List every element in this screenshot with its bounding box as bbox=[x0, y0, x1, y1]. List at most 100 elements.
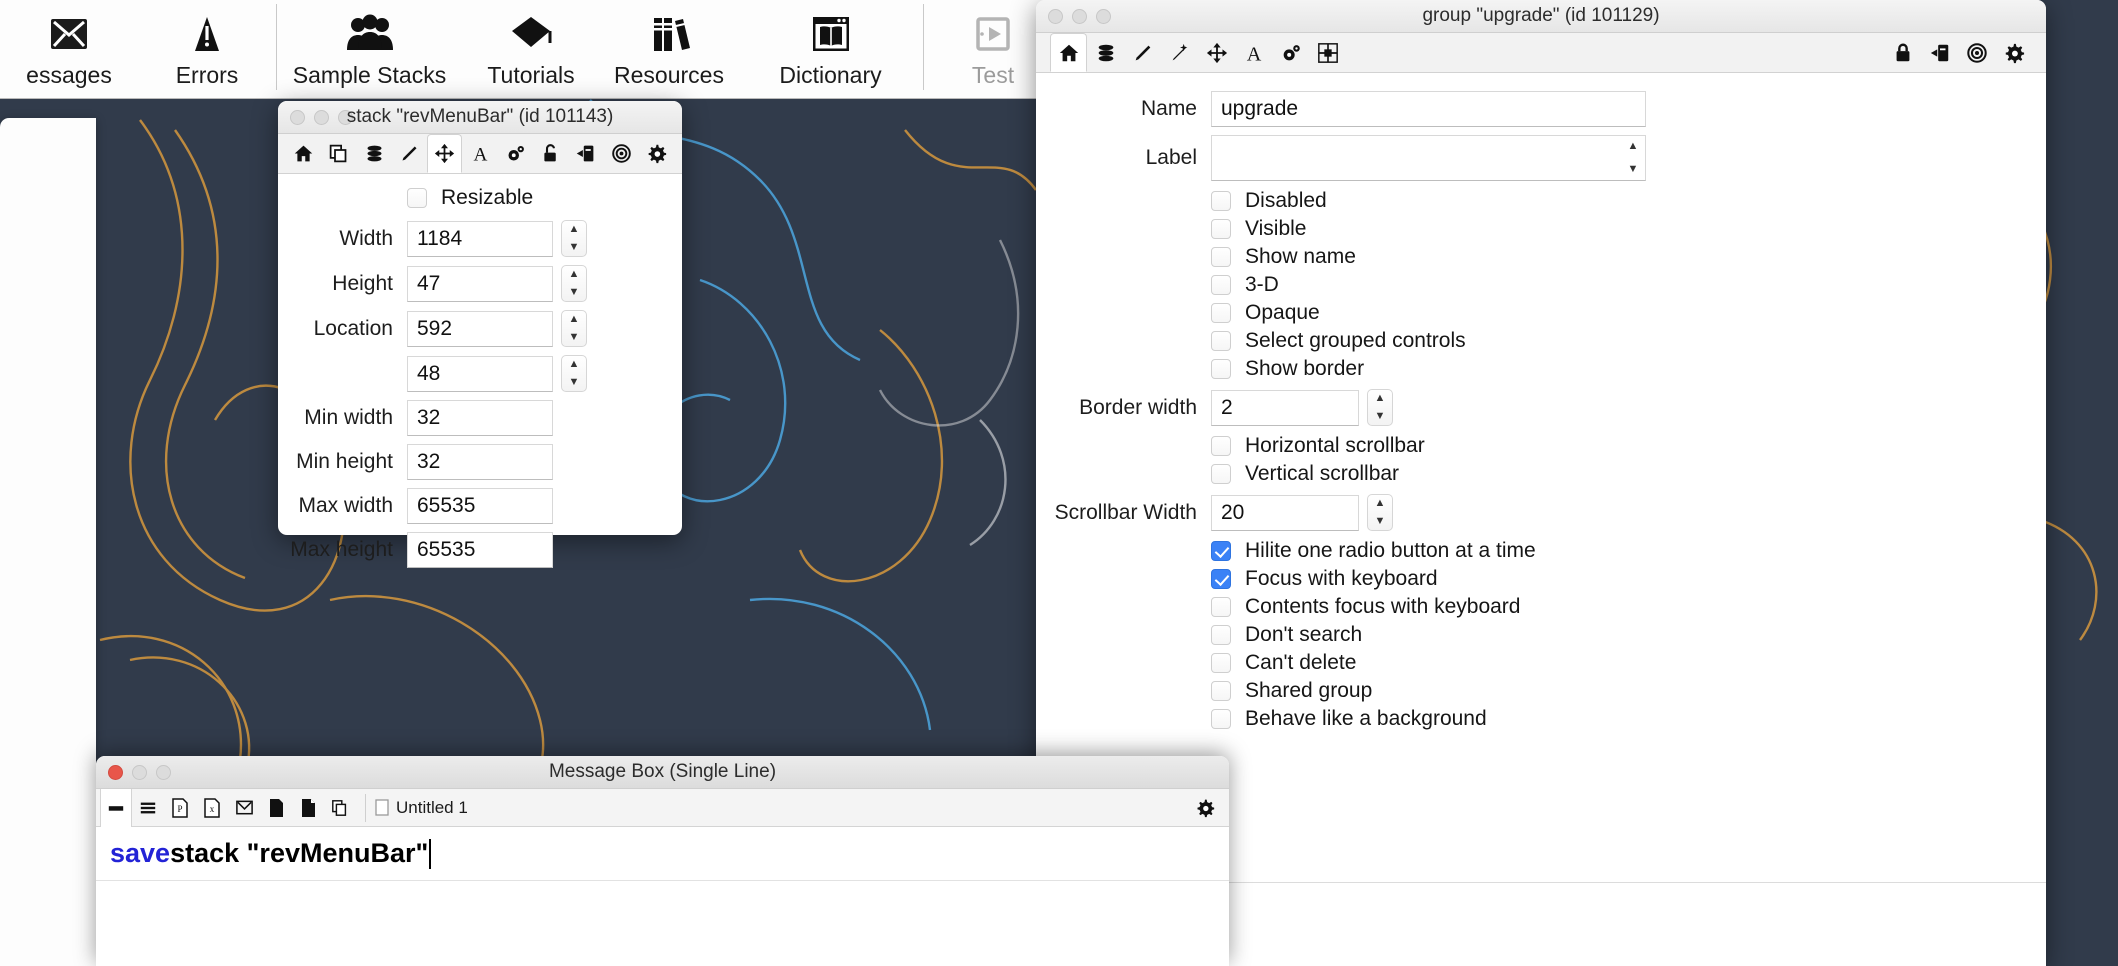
tab-lock[interactable] bbox=[533, 134, 568, 173]
tab-front-scripts[interactable] bbox=[260, 789, 292, 827]
message-box-titlebar[interactable]: Message Box (Single Line) bbox=[96, 756, 1229, 789]
tab-target[interactable] bbox=[603, 134, 638, 173]
tab-target[interactable] bbox=[1958, 33, 1995, 72]
tab-text[interactable]: A bbox=[462, 134, 497, 173]
stack-field-input[interactable]: 32 bbox=[407, 444, 553, 480]
message-box-input[interactable]: save stack "revMenuBar" bbox=[96, 827, 1229, 881]
group-option-checkbox[interactable] bbox=[1211, 219, 1231, 239]
label-stepper[interactable]: ▲ ▼ bbox=[1620, 135, 1646, 181]
stack-field-input[interactable]: 592 bbox=[407, 310, 553, 347]
group-option-checkbox[interactable] bbox=[1211, 191, 1231, 211]
group-option-checkbox[interactable] bbox=[1211, 569, 1231, 589]
stack-field-stepper[interactable]: ▲ ▼ bbox=[561, 310, 587, 347]
tab-text[interactable]: A bbox=[1235, 33, 1272, 72]
tab-size-position[interactable] bbox=[1198, 33, 1235, 72]
chevron-up-icon[interactable]: ▲ bbox=[569, 311, 580, 329]
toolbar-item-messages[interactable]: essages bbox=[0, 0, 138, 99]
toolbar-item-dictionary[interactable]: Dictionary bbox=[738, 0, 923, 99]
stack-field-input[interactable]: 48 bbox=[407, 355, 553, 392]
zoom-button[interactable] bbox=[156, 764, 171, 780]
stack-field-stepper[interactable]: ▲ ▼ bbox=[561, 265, 587, 302]
chevron-down-icon[interactable]: ▼ bbox=[1628, 158, 1639, 181]
chevron-down-icon[interactable]: ▼ bbox=[569, 284, 580, 302]
zoom-button[interactable] bbox=[1096, 8, 1111, 24]
name-field[interactable]: upgrade bbox=[1211, 91, 1646, 127]
stack-field-stepper[interactable]: ▲ ▼ bbox=[561, 220, 587, 257]
chevron-up-icon[interactable]: ▲ bbox=[1375, 390, 1386, 408]
document-tab[interactable]: Untitled 1 bbox=[375, 798, 468, 818]
group-option-checkbox[interactable] bbox=[1211, 541, 1231, 561]
toolbar-item-resources[interactable]: Resources bbox=[600, 0, 738, 99]
close-button[interactable] bbox=[290, 109, 305, 125]
stack-inspector-titlebar[interactable]: stack "revMenuBar" (id 101143) bbox=[278, 101, 682, 134]
tab-copy[interactable] bbox=[321, 134, 356, 173]
scrollbar-width-field[interactable]: 20 bbox=[1211, 494, 1359, 531]
border-width-field[interactable]: 2 bbox=[1211, 389, 1359, 426]
label-field[interactable] bbox=[1211, 135, 1646, 181]
group-option-checkbox[interactable] bbox=[1211, 681, 1231, 701]
scrollbar-width-stepper[interactable]: ▲ ▼ bbox=[1367, 494, 1393, 531]
tab-edit[interactable] bbox=[1124, 33, 1161, 72]
window-controls[interactable] bbox=[108, 764, 171, 780]
zoom-button[interactable] bbox=[338, 109, 353, 125]
border-width-stepper[interactable]: ▲ ▼ bbox=[1367, 389, 1393, 426]
chevron-down-icon[interactable]: ▼ bbox=[569, 329, 580, 347]
tab-back-scripts[interactable] bbox=[292, 789, 324, 827]
tab-transition[interactable] bbox=[1921, 33, 1958, 72]
group-option-checkbox[interactable] bbox=[1211, 625, 1231, 645]
tab-settings[interactable] bbox=[1995, 33, 2032, 72]
tab-copy[interactable] bbox=[324, 789, 356, 827]
chevron-up-icon[interactable]: ▲ bbox=[1628, 135, 1639, 158]
chevron-up-icon[interactable]: ▲ bbox=[1375, 495, 1386, 513]
tab-global-properties[interactable]: P bbox=[164, 789, 196, 827]
chevron-up-icon[interactable]: ▲ bbox=[569, 266, 580, 284]
tab-align[interactable] bbox=[1309, 33, 1346, 72]
tab-transition[interactable] bbox=[568, 134, 603, 173]
close-button[interactable] bbox=[108, 764, 123, 780]
tab-global-variables[interactable]: x bbox=[196, 789, 228, 827]
stack-field-input[interactable]: 32 bbox=[407, 400, 553, 436]
tab-database[interactable] bbox=[357, 134, 392, 173]
tab-effects[interactable] bbox=[1161, 33, 1198, 72]
chevron-down-icon[interactable]: ▼ bbox=[569, 374, 580, 392]
toolbar-item-sample-stacks[interactable]: Sample Stacks bbox=[277, 0, 462, 99]
tab-edit[interactable] bbox=[392, 134, 427, 173]
minimize-button[interactable] bbox=[314, 109, 329, 125]
stack-field-input[interactable]: 1184 bbox=[407, 220, 553, 257]
minimize-button[interactable] bbox=[132, 764, 147, 780]
group-option-checkbox[interactable] bbox=[1211, 275, 1231, 295]
group-option-checkbox[interactable] bbox=[1211, 709, 1231, 729]
scrollbar-option-checkbox[interactable] bbox=[1211, 464, 1231, 484]
message-box-settings-button[interactable] bbox=[1195, 798, 1215, 823]
tab-lock[interactable] bbox=[1884, 33, 1921, 72]
tab-custom[interactable] bbox=[498, 134, 533, 173]
group-option-checkbox[interactable] bbox=[1211, 359, 1231, 379]
stack-field-input[interactable]: 65535 bbox=[407, 532, 553, 568]
stack-field-input[interactable]: 65535 bbox=[407, 488, 553, 524]
group-option-checkbox[interactable] bbox=[1211, 247, 1231, 267]
stack-field-input[interactable]: 47 bbox=[407, 265, 553, 302]
tab-single-line[interactable] bbox=[100, 788, 132, 827]
scrollbar-option-checkbox[interactable] bbox=[1211, 436, 1231, 456]
tab-settings[interactable] bbox=[639, 134, 674, 173]
tab-basic[interactable] bbox=[1050, 33, 1087, 72]
group-option-checkbox[interactable] bbox=[1211, 653, 1231, 673]
chevron-up-icon[interactable]: ▲ bbox=[569, 221, 580, 239]
window-controls[interactable] bbox=[290, 109, 353, 125]
chevron-down-icon[interactable]: ▼ bbox=[1375, 408, 1386, 426]
chevron-down-icon[interactable]: ▼ bbox=[569, 239, 580, 257]
chevron-down-icon[interactable]: ▼ bbox=[1375, 513, 1386, 531]
tab-custom[interactable] bbox=[1272, 33, 1309, 72]
group-inspector-titlebar[interactable]: group "upgrade" (id 101129) bbox=[1036, 0, 2046, 33]
tab-size-position[interactable] bbox=[427, 134, 463, 173]
window-controls[interactable] bbox=[1048, 8, 1111, 24]
toolbar-item-tutorials[interactable]: Tutorials bbox=[462, 0, 600, 99]
group-option-checkbox[interactable] bbox=[1211, 303, 1231, 323]
tab-pending-messages[interactable] bbox=[228, 789, 260, 827]
tab-multi-line[interactable] bbox=[132, 789, 164, 827]
toolbar-item-errors[interactable]: Errors bbox=[138, 0, 276, 99]
chevron-up-icon[interactable]: ▲ bbox=[569, 356, 580, 374]
resizable-checkbox[interactable] bbox=[407, 188, 427, 208]
group-option-checkbox[interactable] bbox=[1211, 331, 1231, 351]
stack-field-stepper[interactable]: ▲ ▼ bbox=[561, 355, 587, 392]
